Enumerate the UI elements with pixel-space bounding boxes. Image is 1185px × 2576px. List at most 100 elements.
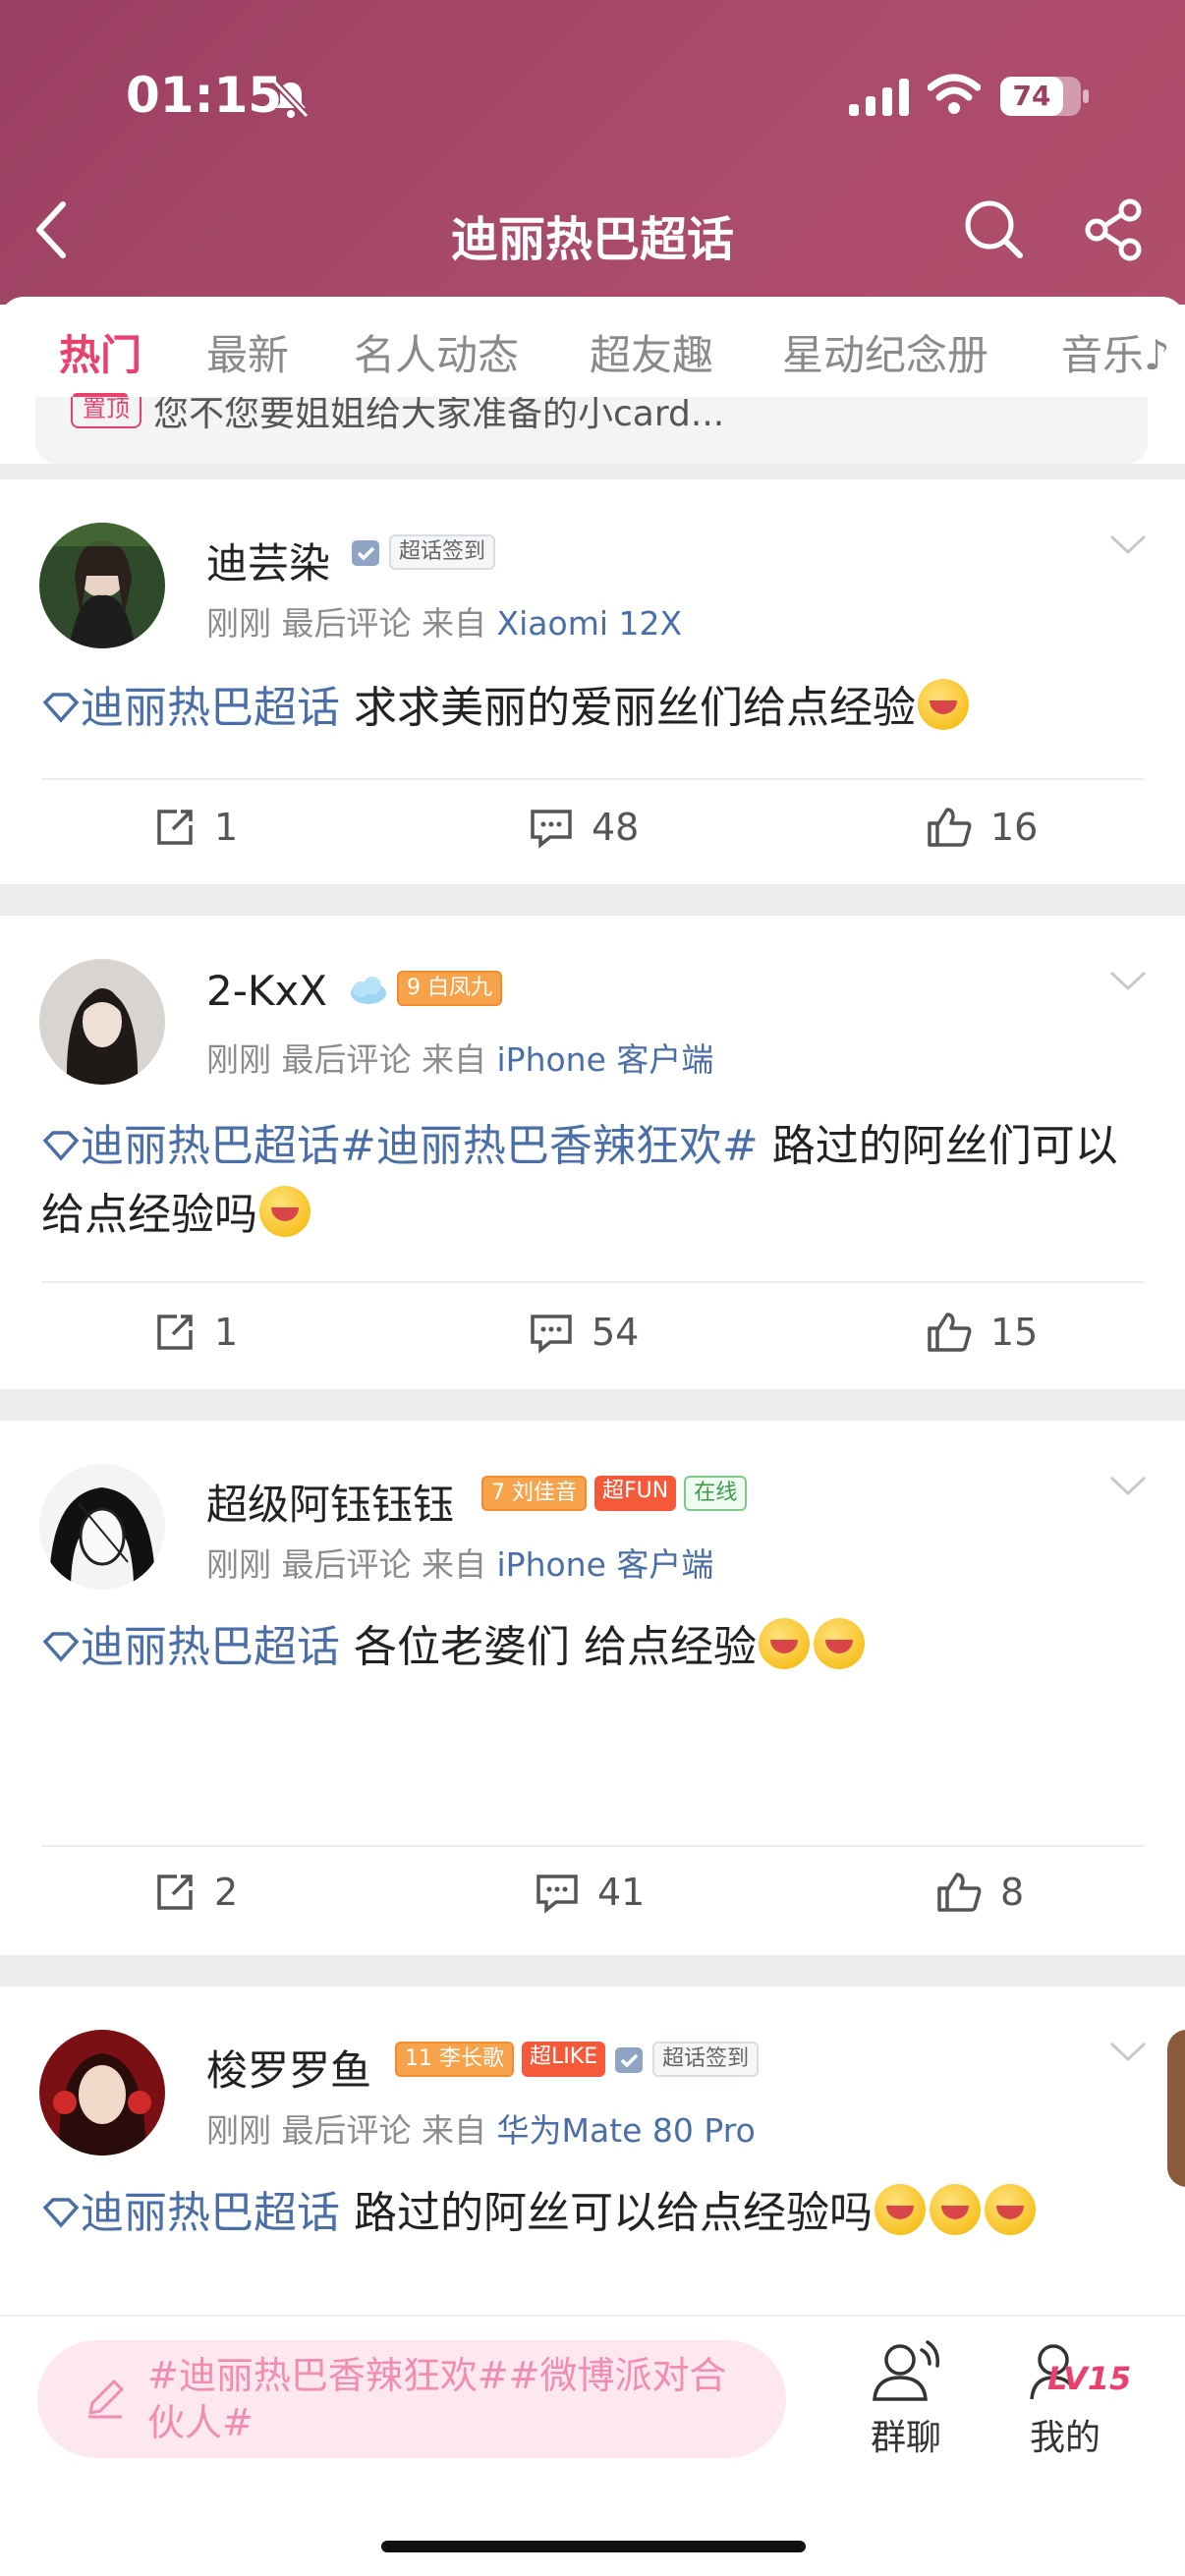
hashtag-link[interactable]: #迪丽热巴香辣狂欢# [340, 1121, 759, 1171]
thumbs-up-icon [928, 1313, 972, 1352]
repost-button[interactable]: 1 [153, 1311, 238, 1354]
floating-mascot[interactable] [1167, 2030, 1185, 2187]
fan-level-number: 9 [407, 976, 421, 1000]
heart-face-emoji-icon [875, 2184, 926, 2235]
device-source[interactable]: iPhone 客户端 [497, 1040, 714, 1079]
tab-fan-fun[interactable]: 超友趣 [590, 322, 713, 382]
avatar[interactable] [39, 959, 165, 1085]
feed-post[interactable]: 迪芸染 超话签到 刚刚 最后评论 来自 Xiaomi 12X 迪丽热巴超话 求求… [0, 479, 1185, 884]
avatar[interactable] [39, 1464, 165, 1590]
pinned-post[interactable]: 置顶 您不您要姐姐给大家准备的小card... [35, 397, 1148, 464]
fan-badge-name: 刘佳音 [512, 1481, 578, 1505]
pinned-text: 您不您要姐姐给大家准备的小card... [153, 397, 725, 434]
chevron-down-icon[interactable] [1108, 532, 1148, 556]
tab-celebrity-news[interactable]: 名人动态 [354, 322, 519, 382]
username[interactable]: 迪芸染 [206, 531, 330, 590]
username[interactable]: 2-KxX [206, 967, 327, 1015]
grin-emoji-icon [918, 679, 969, 730]
checkin-badge: 超话签到 [652, 2042, 760, 2077]
topic-link[interactable]: 迪丽热巴超话 [81, 1121, 340, 1171]
repost-button[interactable]: 1 [153, 806, 238, 849]
source-prefix: 来自 [422, 604, 486, 643]
fan-badge-name: 李长歌 [439, 2046, 505, 2071]
like-button[interactable]: 15 [926, 1311, 1038, 1354]
source-prefix: 来自 [422, 1545, 486, 1584]
feed-post[interactable]: 梭罗罗鱼 11 李长歌 超LIKE 超话签到 刚刚 最后评论 来自 华为Mate… [0, 1987, 1185, 2315]
username[interactable]: 超级阿钰钰钰 [206, 1472, 454, 1532]
heart-face-emoji-icon [930, 2184, 981, 2235]
repost-button[interactable]: 2 [153, 1871, 238, 1914]
post-body[interactable]: 迪丽热巴超话 路过的阿丝可以给点经验吗 [41, 2179, 1152, 2248]
post-body[interactable]: 迪丽热巴超话 各位老婆们 给点经验 [41, 1613, 1152, 1682]
feed-post[interactable]: 超级阿钰钰钰 7 刘佳音 超FUN 在线 刚刚 最后评论 来自 iPhone 客… [0, 1421, 1185, 1955]
pencil-icon [88, 2380, 124, 2419]
action-divider [41, 1845, 1144, 1847]
topic-link[interactable]: 迪丽热巴超话 [81, 683, 340, 733]
source-prefix: 来自 [422, 2111, 486, 2150]
diamond-icon [42, 1131, 80, 1161]
post-time: 刚刚 [206, 1040, 271, 1079]
like-button[interactable]: 16 [926, 806, 1038, 849]
tab-latest[interactable]: 最新 [206, 322, 289, 382]
post-meta: 刚刚 最后评论 来自 iPhone 客户端 [206, 1539, 713, 1586]
chevron-down-icon[interactable] [1108, 2040, 1148, 2063]
compose-placeholder: #迪丽热巴香辣狂欢##微博派对合伙人# [147, 2354, 727, 2444]
group-chat-button[interactable]: 群聊 [847, 2336, 965, 2460]
my-profile-button[interactable]: LV15 我的 [1006, 2336, 1131, 2460]
post-body[interactable]: 迪丽热巴超话 求求美丽的爱丽丝们给点经验 [41, 674, 1152, 743]
post-body[interactable]: 迪丽热巴超话#迪丽热巴香辣狂欢# 路过的阿丝们可以给点经验吗 [41, 1112, 1152, 1250]
tab-hot[interactable]: 热门 [59, 322, 141, 382]
like-button[interactable]: 8 [935, 1871, 1024, 1914]
checkin-check-icon [352, 540, 379, 566]
checkin-badge: 超话签到 [389, 534, 496, 570]
device-source[interactable]: Xiaomi 12X [497, 604, 683, 643]
source-prefix: 来自 [422, 1040, 486, 1079]
status-time: 01:15 [126, 67, 283, 124]
battery-cap [1083, 89, 1089, 103]
device-source[interactable]: iPhone 客户端 [497, 1545, 714, 1584]
fan-level-number: 11 [405, 2046, 432, 2071]
fan-level-badge: 7 刘佳音 [481, 1476, 588, 1511]
badge-group: 9 白凤九 [348, 971, 503, 1006]
comment-count: 54 [592, 1311, 640, 1354]
repost-icon [157, 1875, 193, 1910]
share-icon[interactable] [1083, 198, 1146, 261]
repost-icon [157, 810, 193, 845]
pinned-tag: 置顶 [71, 397, 141, 428]
chevron-down-icon[interactable] [1108, 969, 1148, 992]
tab-star-album[interactable]: 星动纪念册 [782, 322, 988, 382]
avatar[interactable] [39, 523, 165, 648]
feed-post[interactable]: 2-KxX 9 白凤九 刚刚 最后评论 来自 iPhone 客户端 迪丽热巴超话… [0, 916, 1185, 1389]
like-count: 15 [990, 1311, 1039, 1354]
comment-button[interactable]: 54 [529, 1311, 639, 1354]
comment-button[interactable]: 48 [529, 806, 639, 849]
repost-icon [157, 1315, 193, 1350]
repost-count: 1 [214, 806, 239, 849]
device-source[interactable]: 华为Mate 80 Pro [497, 2111, 756, 2150]
search-icon[interactable] [961, 196, 1026, 261]
post-time: 刚刚 [206, 604, 271, 643]
compose-input[interactable]: #迪丽热巴香辣狂欢##微博派对合伙人# [37, 2340, 786, 2458]
post-meta: 刚刚 最后评论 来自 iPhone 客户端 [206, 1034, 713, 1081]
chevron-down-icon[interactable] [1108, 1474, 1148, 1497]
super-fun-badge: 超FUN [594, 1476, 677, 1511]
avatar[interactable] [39, 2030, 165, 2156]
thumbs-up-icon [937, 1873, 982, 1912]
super-like-badge: 超LIKE [522, 2042, 606, 2077]
battery-indicator: 74 [1000, 77, 1081, 116]
heart-face-emoji-icon [259, 1186, 310, 1237]
post-meta: 刚刚 最后评论 来自 华为Mate 80 Pro [206, 2104, 756, 2152]
group-chat-label: 群聊 [870, 2418, 941, 2458]
group-chat-icon [873, 2340, 940, 2401]
bottom-bar: #迪丽热巴香辣狂欢##微博派对合伙人# 群聊 LV15 我的 [0, 2315, 1185, 2576]
tab-music[interactable]: 音乐♪ [1061, 322, 1170, 382]
home-indicator[interactable] [381, 2541, 806, 2552]
like-count: 16 [990, 806, 1039, 849]
username[interactable]: 梭罗罗鱼 [206, 2038, 371, 2098]
topic-link[interactable]: 迪丽热巴超话 [81, 2188, 340, 2238]
comment-button[interactable]: 41 [535, 1871, 645, 1914]
excited-emoji-icon [813, 1618, 865, 1669]
section-separator [0, 464, 1185, 479]
topic-link[interactable]: 迪丽热巴超话 [81, 1622, 340, 1672]
post-separator [0, 884, 1185, 916]
